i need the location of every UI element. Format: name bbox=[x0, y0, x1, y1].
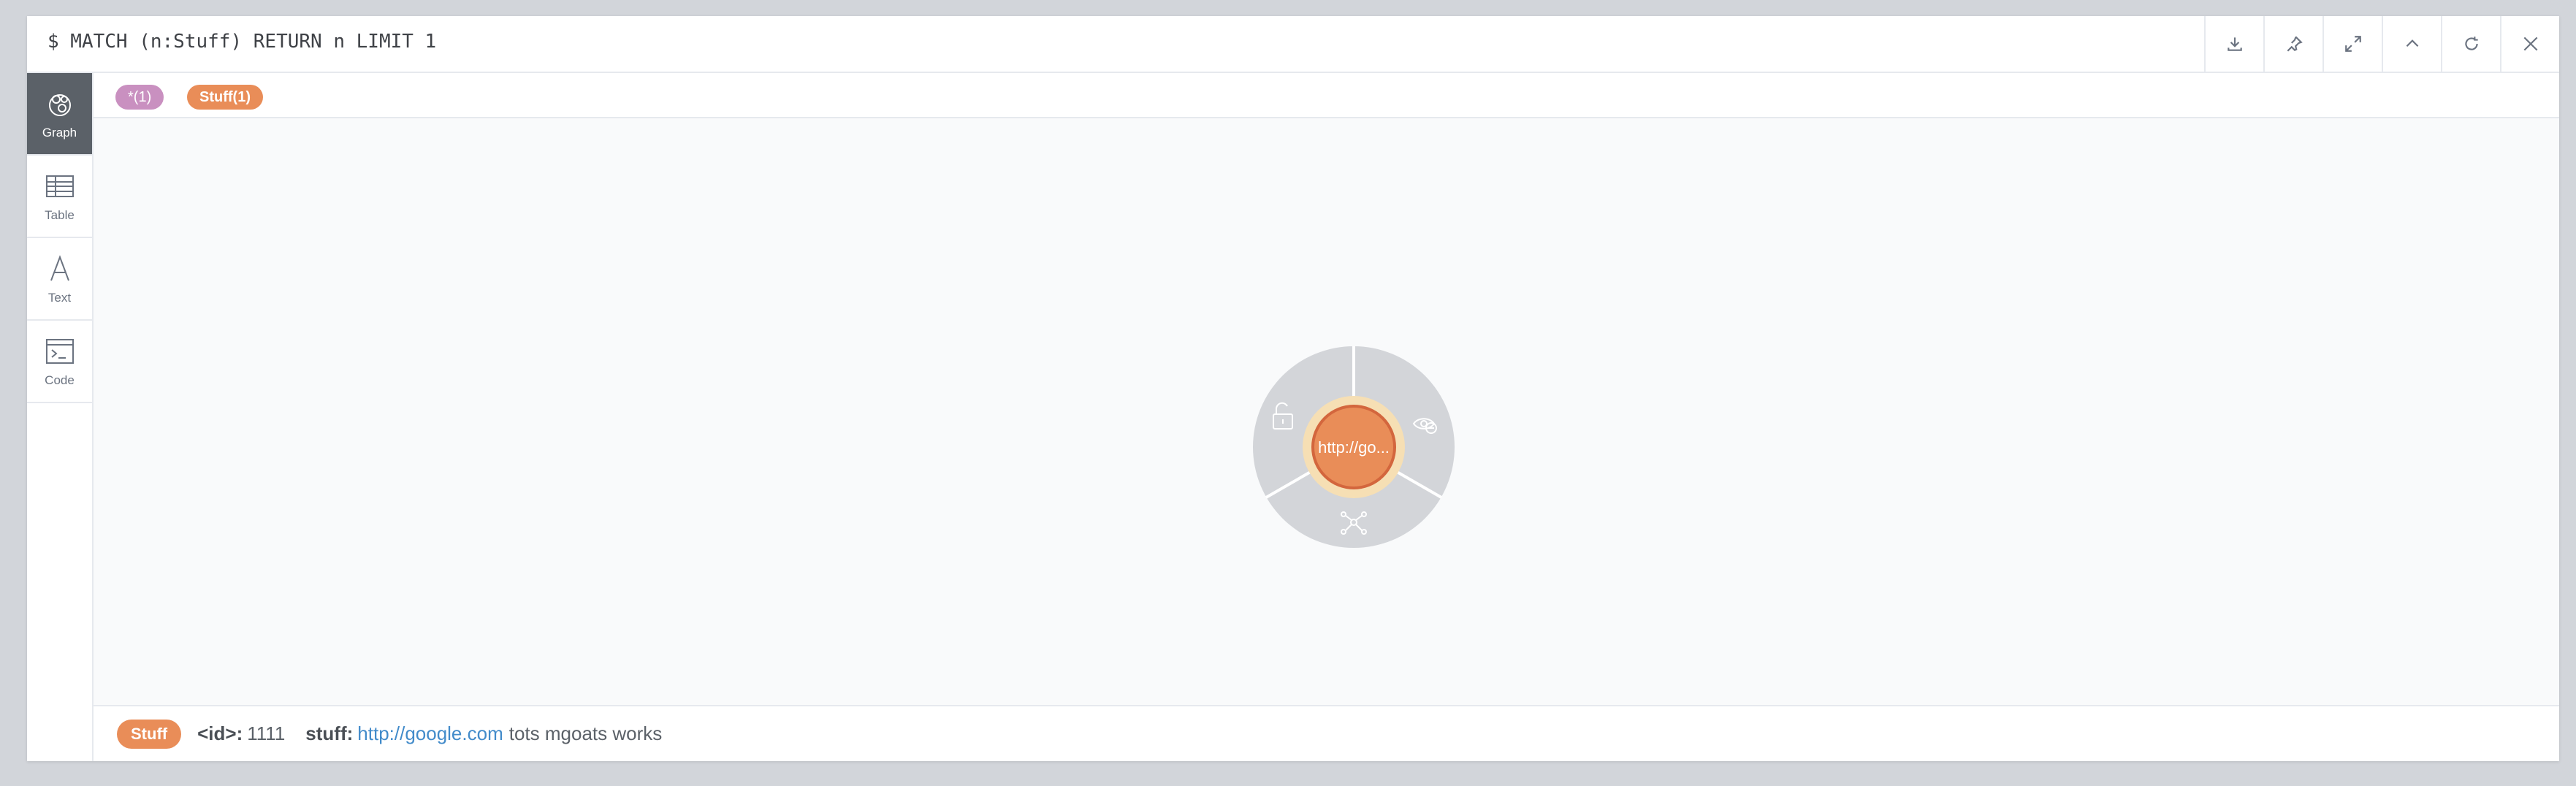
close-button[interactable] bbox=[2500, 16, 2559, 72]
result-frame: $ MATCH (n:Stuff) RETURN n LIMIT 1 Graph… bbox=[27, 16, 2559, 761]
download-button[interactable] bbox=[2204, 16, 2263, 72]
property-link[interactable]: http://google.com bbox=[357, 722, 503, 745]
graph-view: *(1) Stuff(1) http://go... Stuff <id>: 1… bbox=[94, 73, 2559, 761]
sidebar-item-label: Graph bbox=[42, 125, 77, 140]
id-key: <id>: bbox=[197, 722, 243, 744]
node-properties-bar: Stuff <id>: 1111 stuff: http://google.co… bbox=[94, 705, 2559, 761]
sidebar-item-graph[interactable]: Graph bbox=[27, 73, 92, 156]
node-context-menu: http://go... bbox=[1253, 346, 1455, 548]
text-icon bbox=[50, 254, 69, 281]
code-icon bbox=[45, 338, 74, 364]
pin-button[interactable] bbox=[2263, 16, 2322, 72]
view-sidebar: Graph Table Text Code bbox=[27, 73, 94, 761]
header-actions bbox=[2204, 16, 2559, 72]
query-text[interactable]: $ MATCH (n:Stuff) RETURN n LIMIT 1 bbox=[47, 31, 436, 53]
stuff-label[interactable]: Stuff(1) bbox=[187, 85, 263, 110]
all-nodes-label[interactable]: *(1) bbox=[115, 85, 164, 110]
sidebar-item-label: Text bbox=[47, 290, 72, 305]
pin-icon bbox=[2287, 36, 2303, 52]
frame-header: $ MATCH (n:Stuff) RETURN n LIMIT 1 bbox=[27, 16, 2559, 73]
sidebar-item-table[interactable]: Table bbox=[27, 156, 92, 238]
sidebar-item-code[interactable]: Code bbox=[27, 321, 92, 403]
sidebar-item-label: Table bbox=[45, 207, 75, 222]
label-bar: *(1) Stuff(1) bbox=[94, 73, 2559, 118]
close-icon bbox=[2523, 37, 2537, 51]
node-label-badge[interactable]: Stuff bbox=[117, 719, 182, 749]
collapse-button[interactable] bbox=[2382, 16, 2441, 72]
fullscreen-button[interactable] bbox=[2322, 16, 2382, 72]
rerun-button[interactable] bbox=[2441, 16, 2500, 72]
sidebar-item-text[interactable]: Text bbox=[27, 238, 92, 321]
rerun-icon bbox=[2464, 37, 2478, 50]
sidebar-item-label: Code bbox=[45, 373, 75, 387]
graph-icon bbox=[48, 94, 71, 116]
expand-icon bbox=[2344, 36, 2361, 52]
collapse-up-icon bbox=[2406, 39, 2418, 47]
table-icon bbox=[45, 175, 74, 197]
node-caption: http://go... bbox=[1318, 438, 1390, 457]
graph-canvas[interactable]: http://go... bbox=[94, 118, 2559, 705]
property-key: stuff: bbox=[305, 722, 354, 744]
download-icon bbox=[2227, 37, 2242, 51]
id-value: 1111 bbox=[247, 722, 286, 744]
property-value: tots mgoats works bbox=[508, 722, 663, 744]
